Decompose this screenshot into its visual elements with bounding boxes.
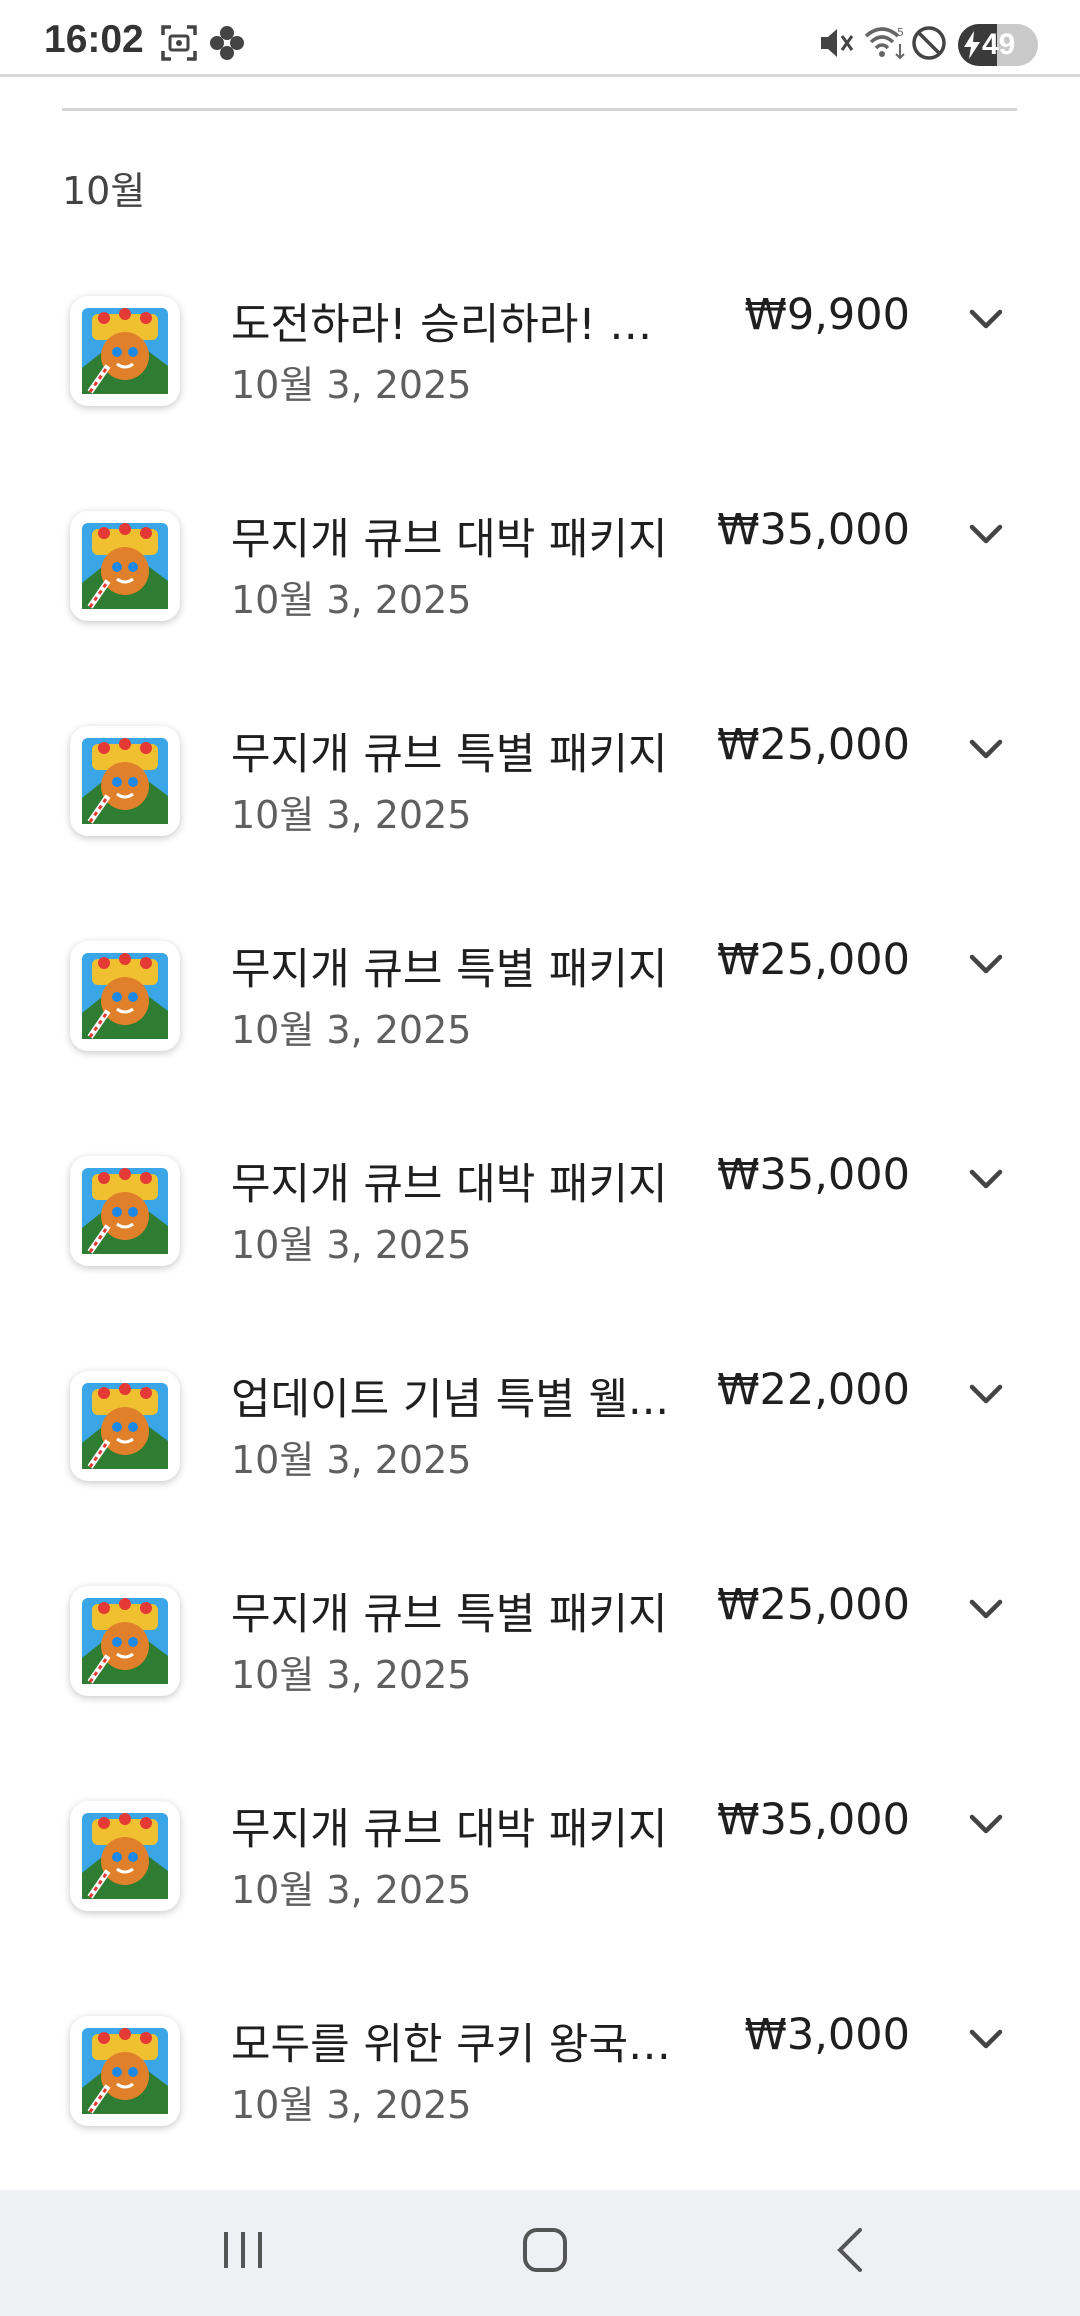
chevron-down-icon[interactable] [964, 1801, 1008, 1845]
item-price: ₩25,000 [717, 1580, 910, 1630]
app-icon [70, 1371, 180, 1481]
item-date: 10월 3, 2025 [231, 1653, 472, 1697]
item-date: 10월 3, 2025 [231, 1438, 472, 1482]
back-icon[interactable] [820, 2220, 880, 2284]
item-title: 무지개 큐브 특별 패키지 [231, 945, 668, 995]
app-icon [70, 511, 180, 621]
item-title: 도전하라! 승리하라! 비... [231, 300, 681, 350]
purchase-row[interactable]: 모두를 위한 쿠키 왕국 ... 10월 3, 2025 ₩3,000 [0, 2010, 1080, 2180]
month-header: 10월 [62, 169, 146, 213]
app-icon [70, 296, 180, 406]
item-title: 무지개 큐브 대박 패키지 [231, 515, 668, 565]
status-time: 16:02 [44, 18, 144, 61]
app-icon [70, 941, 180, 1051]
do-not-disturb-icon [910, 24, 948, 66]
app-icon [70, 2016, 180, 2126]
chevron-down-icon[interactable] [964, 941, 1008, 985]
item-date: 10월 3, 2025 [231, 1868, 472, 1912]
screenshot-icon [160, 24, 198, 66]
item-date: 10월 3, 2025 [231, 2083, 472, 2127]
item-date: 10월 3, 2025 [231, 793, 472, 837]
chevron-down-icon[interactable] [964, 726, 1008, 770]
purchase-row[interactable]: 무지개 큐브 특별 패키지 10월 3, 2025 ₩25,000 [0, 935, 1080, 1105]
item-price: ₩22,000 [717, 1365, 910, 1415]
item-title: 무지개 큐브 특별 패키지 [231, 730, 668, 780]
item-date: 10월 3, 2025 [231, 1008, 472, 1052]
chevron-down-icon[interactable] [964, 511, 1008, 555]
chevron-down-icon[interactable] [964, 2016, 1008, 2060]
svg-text:5: 5 [897, 26, 904, 39]
app-icon [70, 1156, 180, 1266]
chevron-down-icon[interactable] [964, 296, 1008, 340]
chevron-down-icon[interactable] [964, 1371, 1008, 1415]
item-date: 10월 3, 2025 [231, 1223, 472, 1267]
item-price: ₩35,000 [717, 1150, 910, 1200]
chevron-down-icon[interactable] [964, 1586, 1008, 1630]
status-bar: 16:02 5 49 [0, 0, 1080, 77]
purchase-row[interactable]: 무지개 큐브 대박 패키지 10월 3, 2025 ₩35,000 [0, 1795, 1080, 1965]
wifi-icon: 5 [864, 24, 906, 66]
item-price: ₩35,000 [717, 505, 910, 555]
battery-level: 49 [982, 28, 1016, 61]
section-divider [62, 108, 1017, 111]
purchase-row[interactable]: 무지개 큐브 대박 패키지 10월 3, 2025 ₩35,000 [0, 505, 1080, 675]
item-price: ₩25,000 [717, 935, 910, 985]
item-date: 10월 3, 2025 [231, 578, 472, 622]
purchase-row[interactable]: 무지개 큐브 특별 패키지 10월 3, 2025 ₩25,000 [0, 1580, 1080, 1750]
charging-icon [961, 30, 983, 64]
item-title: 무지개 큐브 대박 패키지 [231, 1160, 668, 1210]
item-price: ₩25,000 [717, 720, 910, 770]
item-title: 모두를 위한 쿠키 왕국 ... [231, 2020, 681, 2070]
item-date: 10월 3, 2025 [231, 363, 472, 407]
mute-icon [818, 24, 854, 66]
navigation-bar [0, 2190, 1080, 2316]
pinwheel-icon [208, 24, 246, 66]
purchase-row[interactable]: 도전하라! 승리하라! 비... 10월 3, 2025 ₩9,900 [0, 290, 1080, 460]
item-title: 무지개 큐브 대박 패키지 [231, 1805, 668, 1855]
home-icon[interactable] [515, 2220, 575, 2284]
purchase-row[interactable]: 무지개 큐브 대박 패키지 10월 3, 2025 ₩35,000 [0, 1150, 1080, 1320]
recent-apps-icon[interactable] [218, 2220, 268, 2284]
item-price: ₩35,000 [717, 1795, 910, 1845]
item-price: ₩9,900 [744, 290, 910, 340]
app-icon [70, 1586, 180, 1696]
battery-indicator: 49 [958, 24, 1038, 66]
item-price: ₩3,000 [744, 2010, 910, 2060]
item-title: 무지개 큐브 특별 패키지 [231, 1590, 668, 1640]
purchase-row[interactable]: 무지개 큐브 특별 패키지 10월 3, 2025 ₩25,000 [0, 720, 1080, 890]
chevron-down-icon[interactable] [964, 1156, 1008, 1200]
item-title: 업데이트 기념 특별 웰... [231, 1375, 670, 1425]
purchase-row[interactable]: 업데이트 기념 특별 웰... 10월 3, 2025 ₩22,000 [0, 1365, 1080, 1535]
app-icon [70, 726, 180, 836]
app-icon [70, 1801, 180, 1911]
